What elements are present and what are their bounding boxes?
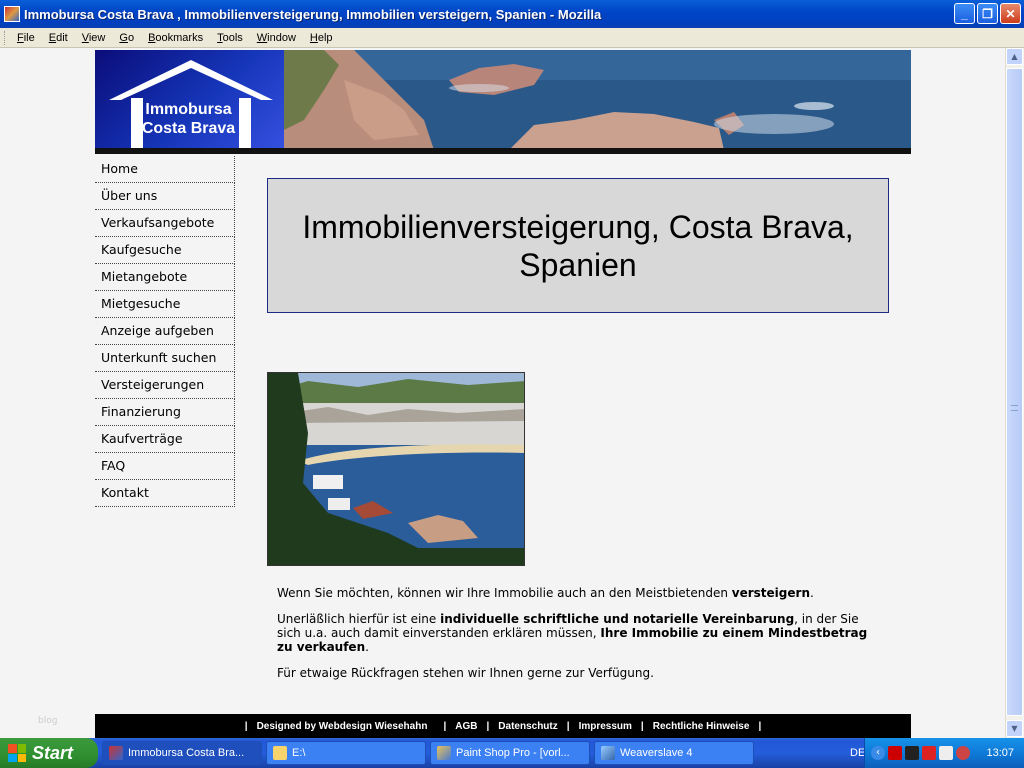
footer-designed-by[interactable]: Designed by Webdesign Wiesehahn — [257, 721, 428, 732]
nav-versteigerungen[interactable]: Versteigerungen — [95, 372, 235, 399]
tray-app-icon[interactable] — [905, 746, 919, 760]
task-paintshop[interactable]: Paint Shop Pro - [vorl... — [430, 741, 590, 765]
menu-file[interactable]: File — [17, 32, 35, 44]
nav-anzeige-aufgeben[interactable]: Anzeige aufgeben — [95, 318, 235, 345]
paragraph-3: Für etwaige Rückfragen stehen wir Ihnen … — [277, 666, 654, 680]
close-button[interactable]: ✕ — [1000, 3, 1021, 24]
footer-separator: | — [566, 720, 570, 732]
mozilla-icon — [109, 746, 123, 760]
task-mozilla[interactable]: Immobursa Costa Bra... — [102, 741, 262, 765]
footer-link-agb[interactable]: AGB — [455, 721, 477, 732]
network-icon[interactable] — [939, 746, 953, 760]
menu-window[interactable]: Window — [257, 32, 296, 44]
menu-help[interactable]: Help — [310, 32, 333, 44]
start-button[interactable]: Start — [0, 738, 98, 768]
mozilla-app-icon[interactable] — [4, 6, 20, 22]
footer-separator: | — [443, 720, 447, 732]
nav-mietangebote[interactable]: Mietangebote — [95, 264, 235, 291]
weaverslave-icon — [601, 746, 615, 760]
footer-link-rechtliche-hinweise[interactable]: Rechtliche Hinweise — [653, 721, 750, 732]
paragraph-2-bold-1: individuelle schriftliche und notarielle… — [440, 612, 795, 626]
paragraph-1-text: Wenn Sie möchten, können wir Ihre Immobi… — [277, 586, 732, 600]
system-tray: ‹ 13:07 — [864, 738, 1024, 768]
task-weaverslave[interactable]: Weaverslave 4 — [594, 741, 754, 765]
paragraph-2: Unerläßlich hierfür ist eine individuell… — [277, 612, 877, 654]
zonealarm-icon[interactable] — [888, 746, 902, 760]
nav-home[interactable]: Home — [95, 156, 235, 183]
clock[interactable]: 13:07 — [986, 747, 1014, 759]
tray-expand-icon[interactable]: ‹ — [871, 746, 885, 760]
footer-link-datenschutz[interactable]: Datenschutz — [498, 721, 557, 732]
windows-flag-icon — [8, 744, 26, 762]
vertical-scrollbar[interactable]: ▲ ▼ — [1005, 48, 1023, 738]
beach-photo-image — [268, 373, 524, 565]
task-mozilla-label: Immobursa Costa Bra... — [128, 747, 245, 759]
start-label: Start — [32, 742, 74, 763]
paragraph-1-end: . — [809, 586, 814, 600]
site-logo[interactable]: Immobursa Costa Brava — [95, 50, 284, 150]
logo-line-2: Costa Brava — [141, 120, 236, 137]
nav-kontakt[interactable]: Kontakt — [95, 480, 235, 507]
folder-icon — [273, 746, 287, 760]
scroll-up-icon[interactable]: ▲ — [1006, 48, 1023, 65]
site-footer: | Designed by Webdesign Wiesehahn | AGB … — [95, 714, 911, 738]
footer-separator: | — [486, 720, 490, 732]
menu-view[interactable]: View — [82, 32, 106, 44]
nav-unterkunft-suchen[interactable]: Unterkunft suchen — [95, 345, 235, 372]
header-divider — [95, 148, 911, 154]
browser-viewport: blog Immobursa Costa Brava Home Über uns… — [0, 48, 1024, 738]
toolbar-grip[interactable] — [4, 30, 7, 45]
task-weaverslave-label: Weaverslave 4 — [620, 747, 693, 759]
headline-box: Immobilienversteigerung, Costa Brava, Sp… — [267, 178, 889, 313]
menu-go[interactable]: Go — [119, 32, 134, 44]
paragraph-2-end: . — [365, 640, 369, 654]
nav-finanzierung[interactable]: Finanzierung — [95, 399, 235, 426]
task-explorer-label: E:\ — [292, 747, 306, 759]
page-headline: Immobilienversteigerung, Costa Brava, Sp… — [302, 208, 854, 283]
security-shield-icon[interactable] — [956, 746, 970, 760]
logo-line-1: Immobursa — [145, 101, 232, 118]
scroll-down-icon[interactable]: ▼ — [1006, 720, 1023, 737]
task-paintshop-label: Paint Shop Pro - [vorl... — [456, 747, 570, 759]
menu-bookmarks[interactable]: Bookmarks — [148, 32, 203, 44]
menu-edit[interactable]: Edit — [49, 32, 68, 44]
nav-kaufvertraege[interactable]: Kaufverträge — [95, 426, 235, 453]
paragraph-2-text: Unerläßlich hierfür ist eine — [277, 612, 441, 626]
maximize-button[interactable]: ❐ — [977, 3, 998, 24]
paragraph-1: Wenn Sie möchten, können wir Ihre Immobi… — [277, 586, 877, 600]
antivirus-icon[interactable] — [922, 746, 936, 760]
paintshop-icon — [437, 746, 451, 760]
page-content: Wenn Sie möchten, können wir Ihre Immobi… — [277, 586, 877, 692]
site-nav: Home Über uns Verkaufsangebote Kaufgesuc… — [95, 156, 235, 507]
beach-photo — [267, 372, 525, 566]
web-page: Immobursa Costa Brava Home Über uns Verk… — [95, 50, 911, 738]
scrollbar-thumb[interactable] — [1006, 68, 1023, 716]
footer-link-impressum[interactable]: Impressum — [579, 721, 632, 732]
footer-separator: | — [758, 720, 762, 732]
footer-separator: | — [640, 720, 644, 732]
window-controls: _ ❐ ✕ — [954, 3, 1021, 24]
faint-blog-text: blog — [38, 716, 58, 726]
nav-mietgesuche[interactable]: Mietgesuche — [95, 291, 235, 318]
menu-tools[interactable]: Tools — [217, 32, 243, 44]
nav-verkaufsangebote[interactable]: Verkaufsangebote — [95, 210, 235, 237]
nav-kaufgesuche[interactable]: Kaufgesuche — [95, 237, 235, 264]
header-coast-photo — [284, 50, 911, 150]
menu-bar: File Edit View Go Bookmarks Tools Window… — [0, 28, 1024, 48]
logo-text: Immobursa Costa Brava — [136, 100, 241, 138]
nav-faq[interactable]: FAQ — [95, 453, 235, 480]
taskbar: Start Immobursa Costa Bra... E:\ Paint S… — [0, 738, 1024, 768]
paragraph-1-bold: versteigern — [731, 586, 810, 600]
task-explorer[interactable]: E:\ — [266, 741, 426, 765]
window-title: Immobursa Costa Brava , Immobilienverste… — [24, 6, 602, 22]
coast-photo-image — [284, 50, 911, 150]
nav-ueber-uns[interactable]: Über uns — [95, 183, 235, 210]
scrollbar-grip-icon — [1011, 405, 1018, 411]
minimize-button[interactable]: _ — [954, 3, 975, 24]
footer-separator: | — [244, 720, 248, 732]
site-header: Immobursa Costa Brava — [95, 50, 911, 154]
window-title-bar[interactable]: Immobursa Costa Brava , Immobilienverste… — [0, 0, 1024, 28]
